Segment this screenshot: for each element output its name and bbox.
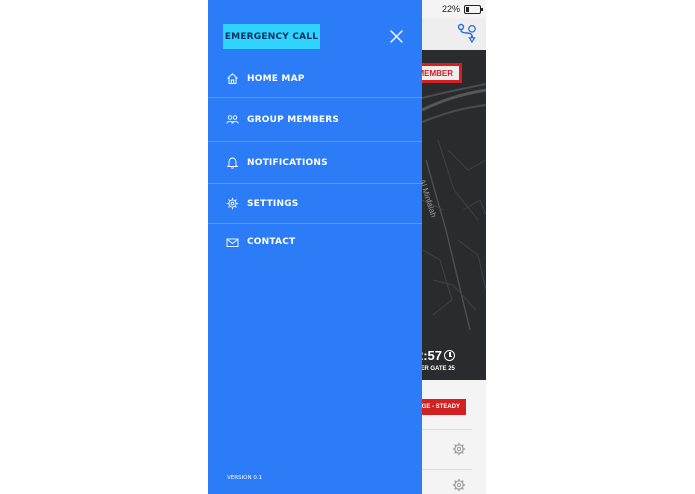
- gear-icon[interactable]: [452, 442, 466, 456]
- emergency-call-button[interactable]: EMERGENCY CALL: [223, 24, 320, 49]
- route-icon[interactable]: [456, 22, 478, 44]
- gear-icon: [226, 197, 239, 210]
- home-icon: [227, 73, 238, 84]
- menu-item-label: CONTACT: [247, 237, 296, 247]
- close-icon[interactable]: [390, 30, 403, 43]
- gear-icon[interactable]: [452, 478, 466, 492]
- menu-item-contact[interactable]: CONTACT: [208, 224, 422, 260]
- row-divider: [418, 469, 472, 470]
- envelope-icon: [226, 238, 239, 247]
- menu-item-label: NOTIFICATIONS: [247, 157, 328, 168]
- status-steady-label: GE - STEADY: [421, 404, 460, 410]
- version-label: VERSION 0.1: [227, 475, 263, 481]
- menu-item-notifications[interactable]: NOTIFICATIONS: [208, 142, 422, 183]
- menu-item-settings[interactable]: SETTINGS: [208, 184, 422, 223]
- menu-item-home-map[interactable]: HOME MAP: [208, 60, 422, 97]
- battery-icon: [464, 5, 483, 14]
- bell-icon: [226, 157, 239, 169]
- clock-icon: [444, 350, 456, 361]
- menu-item-group-members[interactable]: GROUP MEMBERS: [208, 98, 422, 141]
- menu-item-label: HOME MAP: [247, 73, 305, 84]
- battery-percent: 22%: [441, 4, 460, 14]
- row-divider: [418, 429, 472, 430]
- menu-item-label: GROUP MEMBERS: [247, 114, 340, 125]
- add-member-label: MEMBER: [417, 68, 453, 78]
- menu-item-label: SETTINGS: [247, 198, 299, 209]
- group-icon: [226, 115, 239, 124]
- navigation-drawer: EMERGENCY CALL HOME MAP GROUP MEMBERS NO…: [208, 0, 422, 494]
